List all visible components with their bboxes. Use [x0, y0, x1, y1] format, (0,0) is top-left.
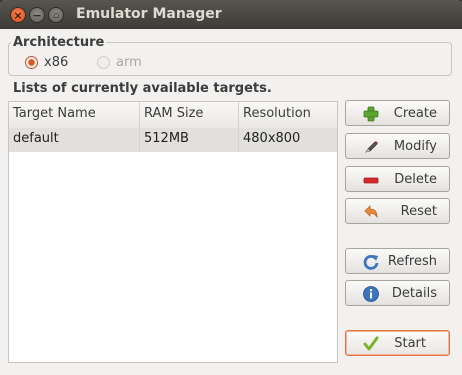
cell-target-name: default [13, 131, 59, 146]
pencil-icon [365, 141, 378, 153]
refresh-button[interactable]: Refresh [345, 248, 450, 274]
cell-resolution: 480x800 [243, 131, 301, 146]
details-button[interactable]: Details [345, 280, 450, 306]
info-icon [363, 286, 379, 302]
architecture-label: Architecture [11, 35, 107, 50]
close-window-button[interactable]: × [10, 7, 26, 23]
cell-ram-size: 512MB [144, 131, 189, 146]
radio-arm-label[interactable]: arm [116, 55, 142, 70]
delete-button[interactable]: Delete [345, 166, 450, 192]
column-header-resolution[interactable]: Resolution [243, 106, 311, 121]
column-divider [139, 128, 140, 152]
minimize-window-button[interactable]: − [29, 7, 45, 23]
checkmark-icon [363, 336, 379, 351]
create-button[interactable]: Create [345, 100, 450, 126]
targets-heading: Lists of currently available targets. [13, 81, 272, 96]
titlebar: × − ▫ Emulator Manager [0, 0, 462, 29]
refresh-button-label: Refresh [387, 254, 437, 269]
column-header-ram-size[interactable]: RAM Size [144, 106, 203, 121]
start-button-label: Start [394, 336, 426, 351]
start-button[interactable]: Start [345, 330, 450, 356]
undo-icon [364, 205, 378, 219]
emulator-manager-window: × − ▫ Emulator Manager Architecture x86 … [0, 0, 462, 375]
maximize-window-button[interactable]: ▫ [48, 7, 64, 23]
targets-table[interactable]: Target Name RAM Size Resolution default … [8, 101, 338, 363]
create-button-label: Create [393, 106, 437, 121]
reset-button-label: Reset [400, 204, 437, 219]
reset-button[interactable]: Reset [345, 198, 450, 224]
delete-button-label: Delete [394, 172, 437, 187]
modify-button[interactable]: Modify [345, 133, 450, 159]
table-header: Target Name RAM Size Resolution [9, 102, 337, 129]
plus-icon [363, 106, 379, 122]
window-title: Emulator Manager [76, 6, 222, 22]
modify-button-label: Modify [393, 139, 437, 154]
column-divider [139, 102, 140, 128]
column-divider [238, 102, 239, 128]
refresh-icon [363, 254, 379, 270]
column-divider [238, 128, 239, 152]
column-header-target-name[interactable]: Target Name [13, 106, 96, 121]
radio-arm[interactable] [97, 56, 110, 69]
minus-icon [363, 177, 379, 184]
radio-x86-label[interactable]: x86 [44, 55, 68, 70]
details-button-label: Details [391, 286, 437, 301]
radio-x86[interactable] [25, 56, 38, 69]
table-row[interactable]: default 512MB 480x800 [9, 128, 337, 152]
